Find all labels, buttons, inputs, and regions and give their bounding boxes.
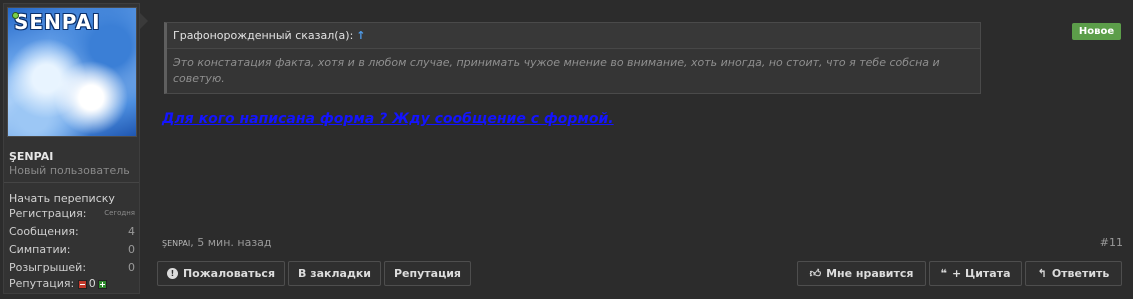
report-label: Пожаловаться [182,267,276,280]
panel-divider [4,182,139,183]
quote-label: + Цитата [951,267,1011,280]
reply-label: Ответить [1051,267,1110,280]
bookmark-button[interactable]: В закладки [288,261,381,286]
reputation-button[interactable]: Репутация [384,261,471,286]
like-button[interactable]: 👍︎ Мне нравится [797,261,926,286]
stat-value[interactable]: 4 [128,225,135,238]
quote-button[interactable]: ❝ + Цитата [929,261,1022,286]
stat-value: Сегодня [104,209,135,217]
user-avatar[interactable]: SENPAI [7,7,137,137]
reputation-value: 0 [88,277,96,290]
post-author-link[interactable]: şenpai [162,236,190,249]
stat-messages: Сообщения: 4 [9,225,135,239]
reputation-plus-icon[interactable] [97,279,107,289]
stat-label: Регистрация: [9,207,87,220]
quote-jump-arrow-icon[interactable]: ↑ [356,29,365,42]
report-button[interactable]: ! Пожаловаться [157,261,285,286]
stat-value: 0 [128,261,135,274]
stat-likes: Симпатии: 0 [9,243,135,257]
start-conversation-link[interactable]: Начать переписку [9,192,115,205]
stat-label: Розыгрышей: [9,261,87,274]
stat-reputation: Репутация: 0 [9,277,135,291]
bookmark-label: В закладки [297,267,372,280]
like-label: Мне нравится [826,267,914,280]
panel-arrow [140,13,148,29]
reputation-label: Репутация [393,267,461,280]
stat-value: 0 [128,243,135,256]
avatar-logo-text: SENPAI [14,10,101,34]
reply-button[interactable]: ↰ Ответить [1025,261,1122,286]
stat-giveaways: Розыгрышей: 0 [9,261,135,275]
stat-label: Симпатии: [9,243,71,256]
stat-registration: Регистрация: Сегодня [9,207,135,221]
thumbs-up-icon: 👍︎ [809,267,822,280]
online-status-icon [12,12,19,19]
quote-marks-icon: ❝ [940,267,947,280]
new-badge: Новое [1072,23,1121,40]
reputation-minus-icon[interactable] [77,279,87,289]
post-meta: şenpai, 5 мин. назад [162,236,272,249]
quote-author: Графонорожденный сказал(а): [173,29,354,42]
quote-header: Графонорожденный сказал(а): ↑ [167,23,980,49]
message-body: Для кого написана форма ? Жду сообщение … [162,111,614,127]
reply-arrow-icon: ↰ [1037,267,1047,280]
user-panel: SENPAI ŞENPAI Новый пользователь Начать … [3,3,140,294]
post-time[interactable]: , 5 мин. назад [190,236,271,249]
exclamation-icon: ! [166,267,178,279]
quote-block: Графонорожденный сказал(а): ↑ Это констат… [164,22,981,94]
stat-label: Репутация: [9,277,75,290]
quote-text: Это констатация факта, хотя и в любом сл… [173,56,940,85]
stat-label: Сообщения: [9,225,79,238]
user-title: Новый пользователь [9,164,130,177]
post-number-link[interactable]: #11 [1100,236,1123,249]
username[interactable]: ŞENPAI [9,150,53,163]
